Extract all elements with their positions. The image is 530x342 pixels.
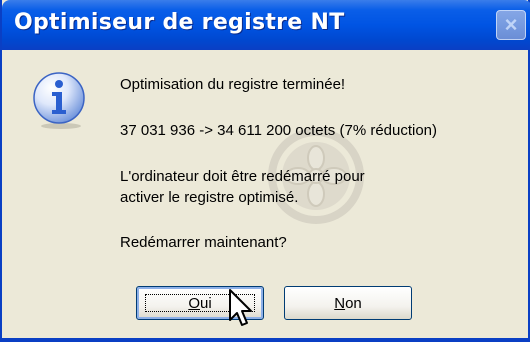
message-size-stats: 37 031 936 -> 34 611 200 octets (7% rédu… <box>120 122 438 139</box>
no-button-label: Non <box>334 294 362 312</box>
message-restart-required-line2: activer le registre optimisé. <box>120 189 299 206</box>
dialog-window: Optimiseur de registre NT × Optimisation… <box>0 0 530 342</box>
window-bottom-border <box>2 338 530 342</box>
mouse-pointer-icon <box>229 289 252 326</box>
close-button[interactable]: × <box>496 10 526 40</box>
message-restart-question: Redémarrer maintenant? <box>120 234 287 251</box>
no-button[interactable]: Non <box>284 286 412 320</box>
message-restart-required-line1: L'ordinateur doit être redémarré pour <box>120 168 365 185</box>
close-icon: × <box>504 12 518 37</box>
info-icon <box>33 72 85 129</box>
title-bar[interactable]: Optimiseur de registre NT × <box>2 0 530 50</box>
yes-button-label: Oui <box>188 294 212 312</box>
message-completed: Optimisation du registre terminée! <box>120 76 346 93</box>
window-title: Optimiseur de registre NT <box>14 10 345 35</box>
